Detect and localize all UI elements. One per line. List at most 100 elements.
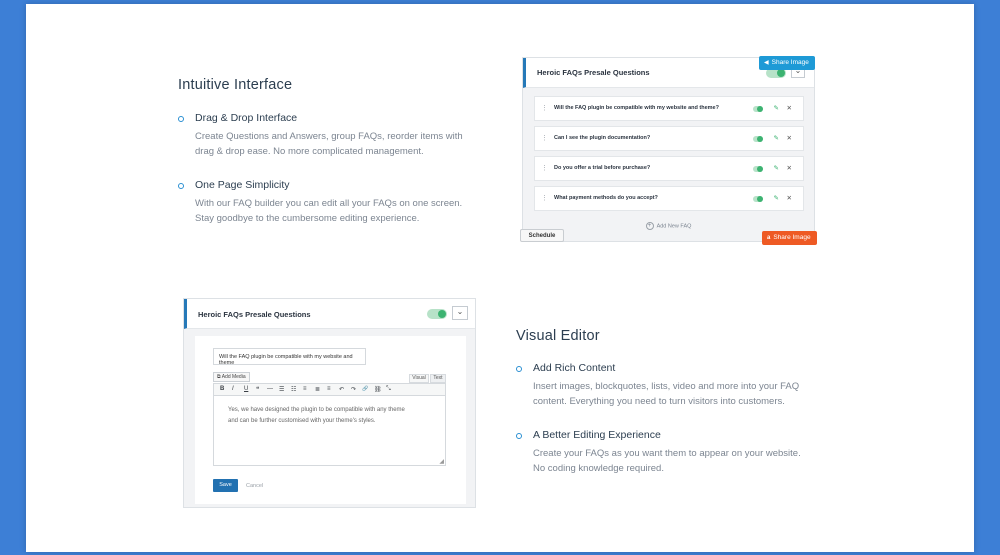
feature-item-title: One Page Simplicity xyxy=(195,179,290,191)
align-right-button[interactable]: ≡ xyxy=(327,386,331,392)
close-icon[interactable]: ✕ xyxy=(787,164,792,172)
editor-group-title: Heroic FAQs Presale Questions xyxy=(198,310,311,319)
editor-group-header: Heroic FAQs Presale Questions ⌄ xyxy=(184,299,475,329)
link-button[interactable]: 🔗 xyxy=(362,386,368,392)
desc-line: drag & drop ease. No more complicated ma… xyxy=(195,146,424,157)
blockquote-button[interactable]: ❝ xyxy=(256,386,259,393)
group-toggle[interactable] xyxy=(427,309,447,319)
bullet-list-button[interactable]: ☰ xyxy=(279,386,284,393)
feature-item-desc: Create Questions and Answers, group FAQs… xyxy=(195,129,508,159)
editor-content-area[interactable]: Yes, we have designed the plugin to be c… xyxy=(213,396,446,466)
faq-question: What payment methods do you accept? xyxy=(554,195,658,201)
underline-button[interactable]: U xyxy=(244,386,248,392)
faq-toggle[interactable] xyxy=(753,166,763,172)
desc-line: Insert images, blockquotes, lists, video… xyxy=(533,381,800,392)
close-icon[interactable]: ✕ xyxy=(787,194,792,202)
italic-button[interactable]: I xyxy=(232,386,234,392)
desc-line: No coding knowledge required. xyxy=(533,463,664,474)
share-image-label: Share Image xyxy=(771,59,809,66)
feature-item-desc: Insert images, blockquotes, lists, video… xyxy=(533,379,846,409)
edit-icon[interactable]: ✎ xyxy=(774,104,779,112)
feature-item-desc: Create your FAQs as you want them to app… xyxy=(533,446,846,476)
align-left-button[interactable]: ≡ xyxy=(303,386,307,392)
drag-handle-icon[interactable]: ⋮ xyxy=(541,164,548,172)
feature-item-better-editing: A Better Editing Experience Create your … xyxy=(516,429,846,476)
feature-item-desc: With our FAQ builder you can edit all yo… xyxy=(195,196,508,226)
question-input[interactable]: Will the FAQ plugin be compatible with m… xyxy=(213,348,366,366)
chevron-down-icon[interactable]: ⌄ xyxy=(452,306,468,320)
feature-item-title: Add Rich Content xyxy=(533,362,616,374)
drag-handle-icon[interactable]: ⋮ xyxy=(541,194,548,202)
bullet-circle-icon xyxy=(178,183,184,189)
faq-builder-mockup: Heroic FAQs Presale Questions ⌄ ⋮ Will t… xyxy=(522,57,815,242)
add-media-button[interactable]: ⧉ Add Media xyxy=(213,372,250,382)
faq-row[interactable]: ⋮ Will the FAQ plugin be compatible with… xyxy=(534,96,804,121)
cancel-link[interactable]: Cancel xyxy=(246,483,263,489)
share-image-label: Share Image xyxy=(773,234,811,241)
faq-question: Can I see the plugin documentation? xyxy=(554,135,651,141)
feature-item-title: Drag & Drop Interface xyxy=(195,112,298,124)
fullscreen-button[interactable]: ⤡ xyxy=(386,386,391,393)
resize-handle-icon[interactable]: ◢ xyxy=(439,458,444,465)
edit-icon[interactable]: ✎ xyxy=(774,164,779,172)
faq-row[interactable]: ⋮ Can I see the plugin documentation? ✎ … xyxy=(534,126,804,151)
desc-line: Create Questions and Answers, group FAQs… xyxy=(195,131,463,142)
content-line: Yes, we have designed the plugin to be c… xyxy=(228,407,405,413)
amazon-icon: a xyxy=(767,235,771,241)
add-media-label: Add Media xyxy=(221,374,246,380)
close-icon[interactable]: ✕ xyxy=(787,104,792,112)
visual-editor-mockup: Heroic FAQs Presale Questions ⌄ Will the… xyxy=(183,298,476,508)
save-button[interactable]: Save xyxy=(213,479,238,492)
faq-toggle[interactable] xyxy=(753,106,763,112)
editor-body: Will the FAQ plugin be compatible with m… xyxy=(195,336,466,504)
add-new-faq-button[interactable]: + Add New FAQ xyxy=(523,222,814,230)
section-heading: Intuitive Interface xyxy=(178,77,293,93)
drag-handle-icon[interactable]: ⋮ xyxy=(541,134,548,142)
media-icon: ⧉ xyxy=(217,374,221,380)
bullet-circle-icon xyxy=(178,116,184,122)
feature-item-title: A Better Editing Experience xyxy=(533,429,661,441)
share-arrow-icon: ◀ xyxy=(764,60,769,66)
faq-group-title: Heroic FAQs Presale Questions xyxy=(537,68,650,77)
editor-toolbar: B I U ❝ — ☰ ☷ ≡ ≣ ≡ ↶ ↷ 🔗 ⛓ ⤡ xyxy=(213,383,446,396)
unlink-button[interactable]: ⛓ xyxy=(374,386,382,393)
edit-icon[interactable]: ✎ xyxy=(774,134,779,142)
plus-icon: + xyxy=(645,222,654,230)
section-heading: Visual Editor xyxy=(516,328,600,344)
faq-toggle[interactable] xyxy=(753,196,763,202)
feature-item-one-page: One Page Simplicity With our FAQ builder… xyxy=(178,179,508,226)
feature-item-rich-content: Add Rich Content Insert images, blockquo… xyxy=(516,362,846,409)
hr-button[interactable]: — xyxy=(267,386,273,392)
align-center-button[interactable]: ≣ xyxy=(315,386,320,393)
bullet-circle-icon xyxy=(516,366,522,372)
content-line: and can be further customised with your … xyxy=(228,418,376,424)
feature-item-drag-drop: Drag & Drop Interface Create Questions a… xyxy=(178,112,508,159)
desc-line: With our FAQ builder you can edit all yo… xyxy=(195,198,463,209)
faq-toggle[interactable] xyxy=(753,136,763,142)
edit-icon[interactable]: ✎ xyxy=(774,194,779,202)
undo-button[interactable]: ↶ xyxy=(339,386,344,393)
faq-question: Do you offer a trial before purchase? xyxy=(554,165,651,171)
bold-button[interactable]: B xyxy=(220,386,224,392)
desc-line: Create your FAQs as you want them to app… xyxy=(533,448,801,459)
share-image-button-top[interactable]: ◀ Share Image xyxy=(759,56,815,70)
tab-visual[interactable]: Visual xyxy=(409,374,429,383)
close-icon[interactable]: ✕ xyxy=(787,134,792,142)
share-image-button-bottom[interactable]: a Share Image xyxy=(762,231,817,245)
schedule-button[interactable]: Schedule xyxy=(520,229,564,242)
tab-text[interactable]: Text xyxy=(430,374,446,383)
bullet-circle-icon xyxy=(516,433,522,439)
redo-button[interactable]: ↷ xyxy=(351,386,356,393)
add-new-faq-label: Add New FAQ xyxy=(656,223,692,230)
desc-line: Stay goodbye to the cumbersome editing e… xyxy=(195,213,420,224)
faq-row[interactable]: ⋮ Do you offer a trial before purchase? … xyxy=(534,156,804,181)
faq-question: Will the FAQ plugin be compatible with m… xyxy=(554,105,719,111)
page-card: Intuitive Interface Drag & Drop Interfac… xyxy=(26,4,974,552)
number-list-button[interactable]: ☷ xyxy=(291,386,296,393)
faq-row[interactable]: ⋮ What payment methods do you accept? ✎ … xyxy=(534,186,804,211)
editor-content: Yes, we have designed the plugin to be c… xyxy=(228,405,438,427)
desc-line: content. Everything you need to turn vis… xyxy=(533,396,785,407)
feature-visual-editor: Visual Editor Add Rich Content Insert im… xyxy=(516,328,846,476)
feature-intuitive-interface: Intuitive Interface Drag & Drop Interfac… xyxy=(178,77,508,226)
drag-handle-icon[interactable]: ⋮ xyxy=(541,104,548,112)
